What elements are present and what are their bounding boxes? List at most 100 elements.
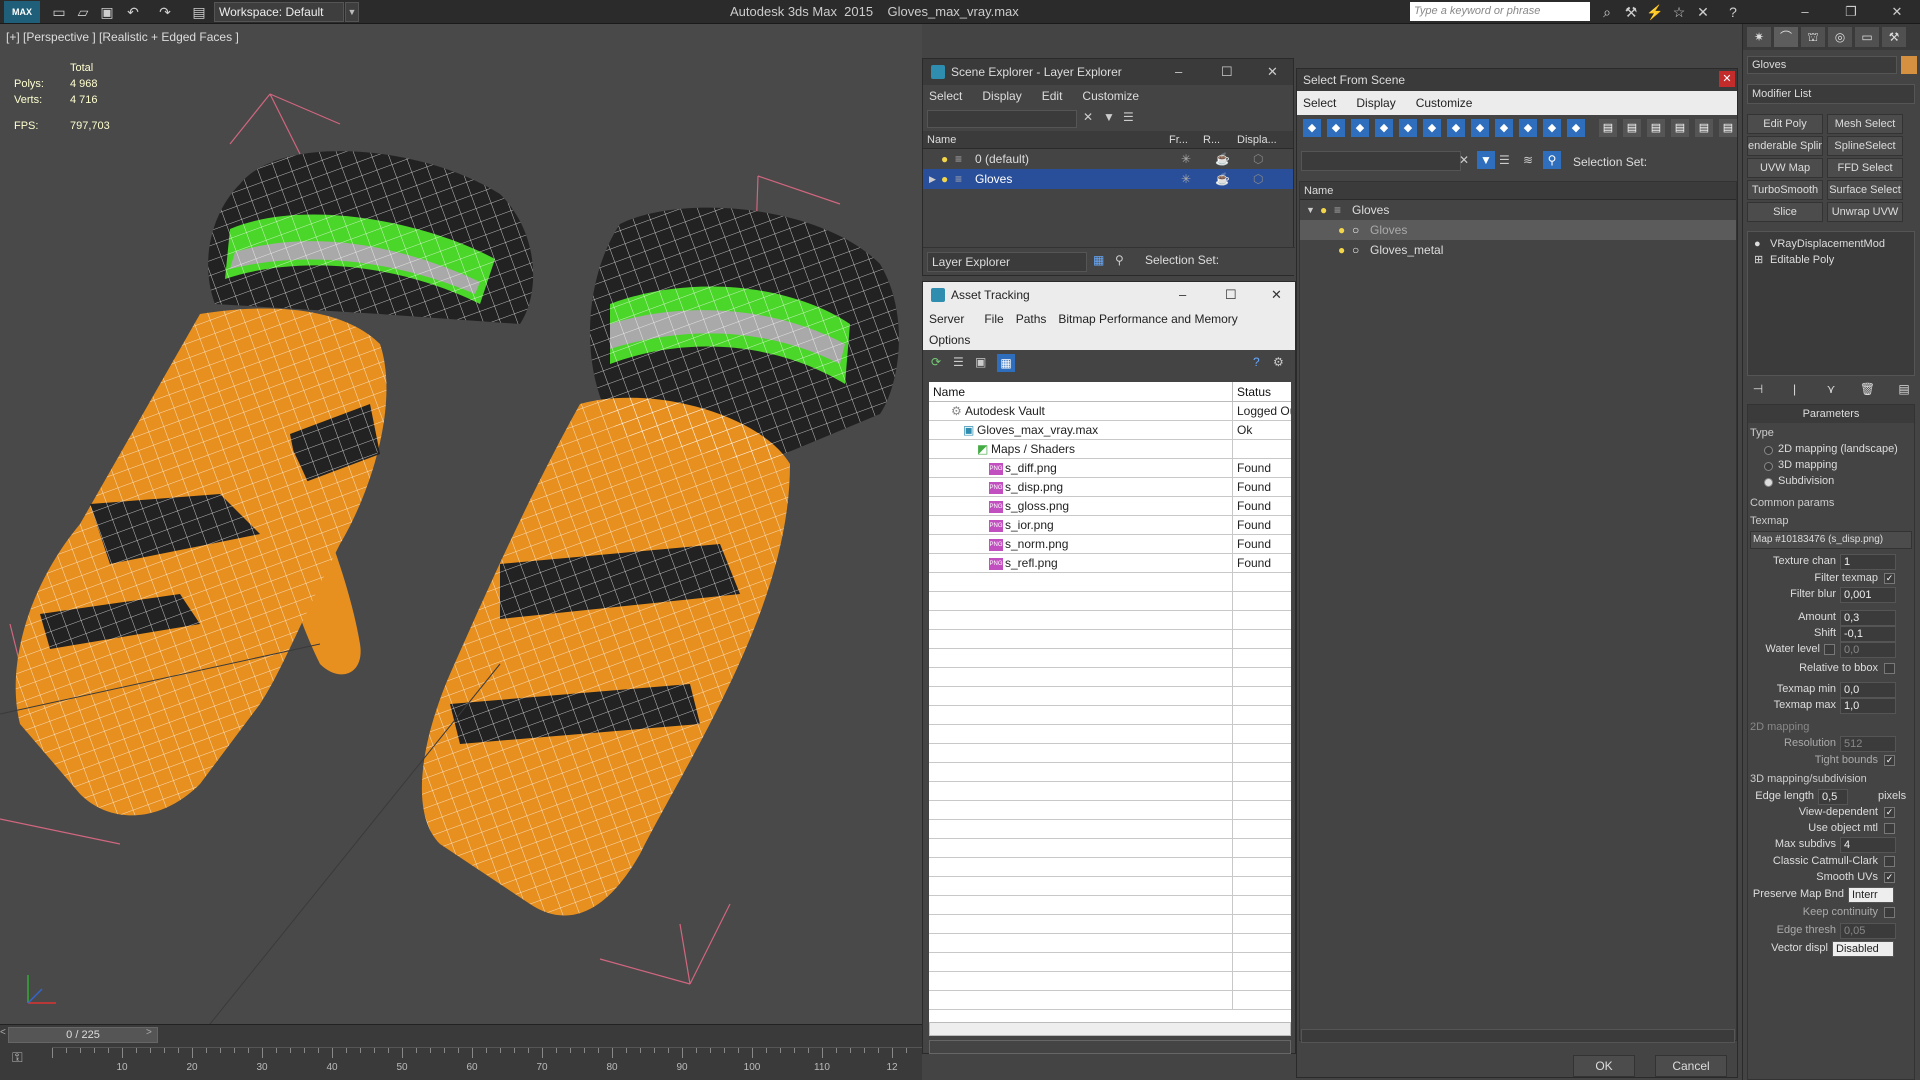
menu-customize[interactable]: Customize [1416, 96, 1473, 110]
menu-select[interactable]: Select [1303, 96, 1336, 110]
asset-row[interactable]: PNG s_diff.png Found [929, 459, 1291, 478]
layer-row-gloves[interactable]: ▶ ● ≡ Gloves ✳ ☕ ⬡ [923, 169, 1293, 189]
texmap-button[interactable]: Map #10183476 (s_disp.png) [1750, 531, 1912, 549]
workspace-dropdown[interactable]: Workspace: Default [214, 2, 344, 22]
water-level-checkbox[interactable] [1824, 644, 1835, 655]
tree-horizontal-scrollbar[interactable] [1301, 1029, 1735, 1043]
menu-server[interactable]: Server [929, 312, 964, 326]
xrefs-filter-icon[interactable]: ◆ [1471, 119, 1489, 137]
radio-3d-mapping[interactable] [1764, 462, 1773, 471]
close-icon[interactable]: ✕ [1874, 0, 1920, 24]
modifier-button[interactable]: FFD Select [1827, 158, 1903, 178]
minimize-icon[interactable]: – [1179, 282, 1186, 308]
clear-filter-icon[interactable]: ✕ [1459, 153, 1469, 167]
asset-row[interactable]: ⚙ Autodesk Vault Logged Ou [929, 402, 1291, 421]
object-name-field[interactable]: Gloves [1747, 56, 1897, 74]
asset-row[interactable]: PNG s_refl.png Found [929, 554, 1291, 573]
asset-row[interactable]: ▣ Gloves_max_vray.max Ok [929, 421, 1291, 440]
col-name[interactable]: Name [923, 131, 1169, 148]
time-next-icon[interactable]: > [146, 1027, 152, 1038]
cameras-filter-icon[interactable]: ◆ [1375, 119, 1393, 137]
ok-button[interactable]: OK [1573, 1055, 1635, 1077]
modifier-button[interactable]: Surface Select [1827, 180, 1903, 200]
col-status[interactable]: Status [1233, 382, 1271, 401]
filter-texmap-checkbox[interactable]: ✓ [1884, 573, 1895, 584]
scene-explorer-titlebar[interactable]: Scene Explorer - Layer Explorer – ☐ ✕ [923, 59, 1293, 85]
tree-row-object[interactable]: ● ○ Gloves [1300, 220, 1736, 240]
lightbulb-icon[interactable]: ● [941, 149, 948, 169]
shapes-filter-icon[interactable]: ◆ [1327, 119, 1345, 137]
layer-row-default[interactable]: ● ≡ 0 (default) ✳ ☕ ⬡ [923, 149, 1293, 169]
filter-blur-spinner[interactable]: 0,001 [1840, 587, 1896, 603]
texmap-max-spinner[interactable]: 1,0 [1840, 698, 1896, 714]
menu-file[interactable]: File [984, 312, 1003, 326]
modifier-button[interactable]: Edit Poly [1747, 114, 1823, 134]
options-filter-icon[interactable]: ▤ [1719, 119, 1737, 137]
menu-customize[interactable]: Customize [1082, 89, 1139, 103]
shift-spinner[interactable]: -0,1 [1840, 626, 1896, 642]
hierarchy-icon[interactable]: ⚲ [1115, 253, 1124, 267]
remove-modifier-icon[interactable]: 🗑 [1857, 382, 1879, 404]
asset-row[interactable]: PNG s_disp.png Found [929, 478, 1291, 497]
pin-stack-icon[interactable]: ⊣ [1747, 382, 1769, 404]
filter-icon[interactable]: ▼ [1477, 151, 1495, 169]
scene-explorer-filter-input[interactable] [927, 110, 1077, 128]
lightbulb-icon[interactable]: ● [1320, 200, 1327, 220]
layer-stack-icon[interactable]: ≋ [1523, 153, 1533, 167]
geometry-filter-icon[interactable]: ◆ [1303, 119, 1321, 137]
expand-plus-icon[interactable]: ⊞ [1754, 252, 1763, 268]
redo-icon[interactable]: ↷ [156, 3, 174, 21]
modifier-button[interactable]: enderable Splir [1747, 136, 1823, 156]
gloves-model[interactable] [0, 24, 922, 1024]
chevron-down-icon[interactable]: ▼ [345, 2, 359, 22]
preserve-map-dropdown[interactable]: Interr [1848, 887, 1894, 903]
col-render[interactable]: R... [1203, 131, 1237, 148]
lightbulb-icon[interactable]: ● [941, 169, 948, 189]
layers-icon[interactable]: ☰ [1123, 110, 1134, 124]
lightbulb-icon[interactable]: ● [1338, 220, 1345, 240]
spacewarps-filter-icon[interactable]: ◆ [1423, 119, 1441, 137]
display-tab-icon[interactable]: ▭ [1855, 27, 1879, 47]
freeze-icon[interactable]: ✳ [1181, 169, 1191, 189]
layers-icon[interactable]: ☰ [1499, 153, 1510, 167]
undo-icon[interactable]: ↶ [124, 3, 142, 21]
edge-thresh-spinner[interactable]: 0,05 [1840, 923, 1896, 939]
perspective-viewport[interactable]: [+] [Perspective ] [Realistic + Edged Fa… [0, 24, 922, 1024]
asset-row[interactable]: PNG s_norm.png Found [929, 535, 1291, 554]
edge-length-spinner[interactable]: 0,5 [1818, 789, 1848, 805]
time-prev-icon[interactable]: < [0, 1027, 8, 1038]
water-level-spinner[interactable]: 0,0 [1840, 642, 1896, 658]
tree-row-layer[interactable]: ▼ ● ≡ Gloves [1300, 200, 1736, 220]
search-input[interactable]: Type a keyword or phrase [1410, 2, 1590, 21]
help-icon[interactable]: ? [1724, 3, 1742, 21]
menu-select[interactable]: Select [929, 89, 962, 103]
exchange-icon[interactable]: ✕ [1694, 3, 1712, 21]
col-frozen[interactable]: Fr... [1169, 131, 1203, 148]
modifier-button[interactable]: Unwrap UVW [1827, 202, 1903, 222]
asset-row[interactable]: PNG s_ior.png Found [929, 516, 1291, 535]
refresh-icon[interactable]: ⟳ [931, 355, 941, 369]
modifier-button[interactable]: TurboSmooth [1747, 180, 1823, 200]
stack-item[interactable]: ⊞ Editable Poly [1748, 252, 1914, 268]
close-icon[interactable]: ✕ [1719, 71, 1735, 87]
col-name[interactable]: Name [1300, 182, 1333, 199]
menu-bitmap-performance[interactable]: Bitmap Performance and Memory [1058, 312, 1237, 326]
menu-edit[interactable]: Edit [1042, 89, 1063, 103]
binoculars-icon[interactable]: ⌕ [1598, 3, 1616, 21]
show-end-result-icon[interactable]: | [1784, 382, 1806, 404]
modifier-list-dropdown[interactable]: Modifier List [1747, 84, 1915, 104]
lightbulb-icon[interactable]: ● [1754, 236, 1761, 252]
max-subdivs-spinner[interactable]: 4 [1840, 837, 1896, 853]
minimize-icon[interactable]: – [1782, 0, 1828, 24]
modifier-button[interactable]: UVW Map [1747, 158, 1823, 178]
frozen-filter-icon[interactable]: ◆ [1543, 119, 1561, 137]
hidden-filter-icon[interactable]: ◆ [1567, 119, 1585, 137]
viewport-label[interactable]: [+] [Perspective ] [Realistic + Edged Fa… [6, 30, 239, 44]
project-icon[interactable]: ▤ [190, 3, 208, 21]
collapse-arrow-icon[interactable]: ▼ [1306, 200, 1315, 220]
lights-filter-icon[interactable]: ◆ [1351, 119, 1369, 137]
save-icon[interactable]: ▣ [98, 3, 116, 21]
menu-display[interactable]: Display [982, 89, 1021, 103]
freeze-icon[interactable]: ✳ [1181, 149, 1191, 169]
radio-subdivision[interactable] [1764, 478, 1773, 487]
